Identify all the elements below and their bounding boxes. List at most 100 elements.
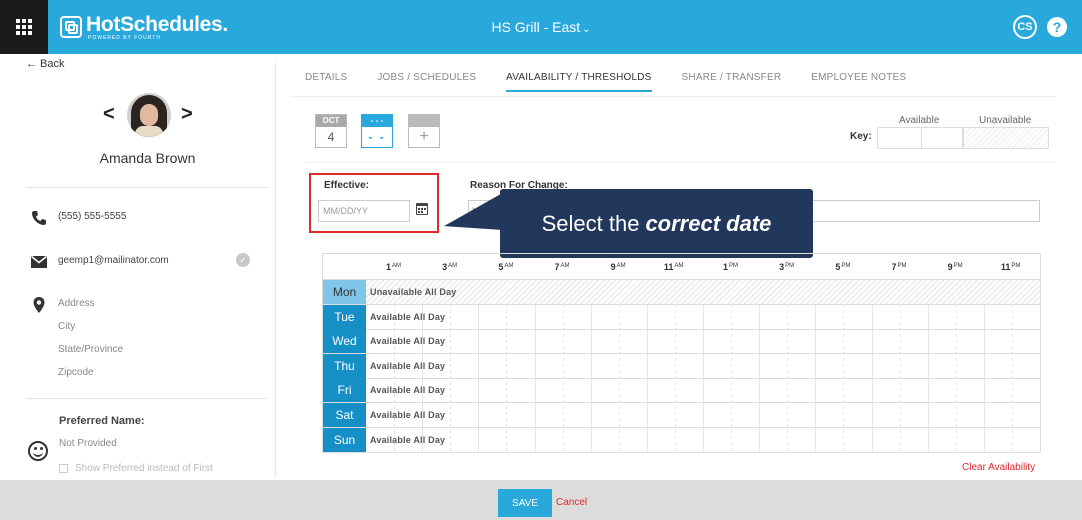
hour-label: 3AM [442,262,458,272]
schedule-row-mon[interactable]: Mon Unavailable All Day [323,280,1040,305]
effective-label: Effective: [324,180,370,191]
key-unavailable-swatch [963,127,1049,149]
tab-details[interactable]: DETAILS [305,72,347,92]
smiley-icon [28,441,48,461]
day-label: Wed [323,329,366,354]
save-button[interactable]: SAVE [498,489,552,517]
day-availability-status: Available All Day [370,410,446,420]
day-availability-status: Available All Day [370,434,446,445]
phone-number: (555) 555-5555 [58,211,127,222]
hour-label: 7AM [554,262,570,272]
back-link[interactable]: ← Back [26,58,65,70]
help-icon[interactable]: ? [1047,17,1067,37]
tab-availability-thresholds[interactable]: AVAILABILITY / THRESHOLDS [506,72,652,92]
callout-emphasis: correct date [645,210,772,236]
clear-availability-link[interactable]: Clear Availability [962,462,1035,473]
email-address: geemp1@mailinator.com [58,255,169,266]
calendar-icon[interactable] [416,203,428,215]
schedule-row-thu[interactable]: Thu Available All Day [323,353,1040,379]
divider [305,162,1056,163]
hour-label: 5PM [835,262,851,272]
hour-label: 7PM [891,262,907,272]
top-bar: HotSchedules. POWERED BY FOURTH HS Grill… [0,0,1082,54]
hour-label: 3PM [779,262,795,272]
schedule-row-sun[interactable]: Sun Available All Day [323,427,1040,453]
day-label: Tue [323,304,366,329]
panel-divider [275,62,276,478]
key-title: Key: [850,131,872,142]
hour-label: 11AM [663,262,684,272]
hour-label: 9AM [610,262,626,272]
chip-day: - - [368,130,386,144]
chevron-down-icon: ⌄ [582,24,591,35]
preferred-name-title: Preferred Name: [59,415,145,427]
address-block: Address City State/Province Zipcode [58,298,123,390]
cancel-link[interactable]: Cancel [556,497,587,508]
previous-employee-arrow-icon[interactable]: < [103,103,115,126]
hour-label: 1PM [723,262,739,272]
tab-employee-notes[interactable]: EMPLOYEE NOTES [811,72,906,92]
verified-check-icon: ✓ [236,253,250,267]
profile-navigator: < > [0,93,275,137]
tab-share-transfer[interactable]: SHARE / TRANSFER [682,72,782,92]
employee-name: Amanda Brown [99,150,196,166]
day-availability-status: Unavailable All Day [370,287,457,297]
profile-tabs: DETAILS JOBS / SCHEDULES AVAILABILITY / … [305,72,936,92]
unavailable-hatch [366,280,1040,304]
schedule-row-wed[interactable]: Wed Available All Day [323,329,1040,355]
divider [26,187,267,188]
day-availability-status: Available All Day [370,385,446,396]
day-label: Sat [323,403,366,427]
key-unavailable-label: Unavailable [979,115,1032,126]
key-available-swatch [877,127,963,149]
zip-line: Zipcode [58,367,94,378]
day-label: Thu [323,353,366,378]
hour-label: 5AM [498,262,514,272]
key-available-label: Available [899,115,940,126]
show-preferred-checkbox[interactable]: Show Preferred instead of First [59,463,213,474]
location-name: HS Grill - East [491,19,581,35]
callout-pointer [444,193,501,245]
plus-icon: + [419,128,429,145]
tab-jobs-schedules[interactable]: JOBS / SCHEDULES [377,72,476,92]
schedule-row-tue[interactable]: Tue Available All Day [323,304,1040,330]
checkbox-box[interactable] [59,464,68,473]
availability-date-chip-oct-4[interactable]: OCT 4 [315,114,347,148]
location-pin-icon [33,297,45,313]
chip-day: 4 [327,130,335,144]
user-avatar[interactable]: CS [1013,15,1037,39]
hours-header: 1AM 3AM 5AM 7AM 9AM 11AM 1PM 3PM 5PM 7PM 9PM 11PM [323,254,1040,280]
chip-month: OCT [316,115,346,127]
instruction-callout: Select the correct date [500,189,813,258]
schedule-row-fri[interactable]: Fri Available All Day [323,378,1040,404]
day-availability-status: Available All Day [370,336,446,347]
day-availability-status: Available All Day [370,311,446,322]
state-line: State/Province [58,344,124,355]
preferred-name-value: Not Provided [59,438,117,449]
next-employee-arrow-icon[interactable]: > [181,103,193,126]
city-line: City [58,321,76,332]
location-selector[interactable]: HS Grill - East ⌄ [0,19,1082,35]
divider [26,398,267,399]
day-availability-status: Available All Day [370,360,446,371]
day-label: Mon [323,280,366,304]
availability-date-chip-new[interactable]: - - - - - [361,114,393,148]
employee-photo [127,93,171,137]
hour-label: 1AM [386,262,402,272]
show-preferred-label: Show Preferred instead of First [75,463,213,474]
day-label: Sun [323,427,366,452]
schedule-row-sat[interactable]: Sat Available All Day [323,403,1040,428]
effective-date-input[interactable]: MM/DD/YY [318,200,410,222]
callout-text: Select the [541,210,640,236]
hour-label: 9PM [947,262,963,272]
email-icon [31,255,47,268]
address-line: Address [58,298,95,309]
phone-icon [32,211,46,225]
logo-subtitle: POWERED BY FOURTH [88,34,161,41]
chip-month: - - - [362,115,392,127]
tabs-divider [290,96,1056,97]
hour-label: 11PM [1000,262,1021,272]
availability-schedule-grid: 1AM 3AM 5AM 7AM 9AM 11AM 1PM 3PM 5PM 7PM 9PM 11PM M… [322,253,1041,453]
day-label: Fri [323,378,366,403]
add-availability-button[interactable]: + [408,114,440,148]
